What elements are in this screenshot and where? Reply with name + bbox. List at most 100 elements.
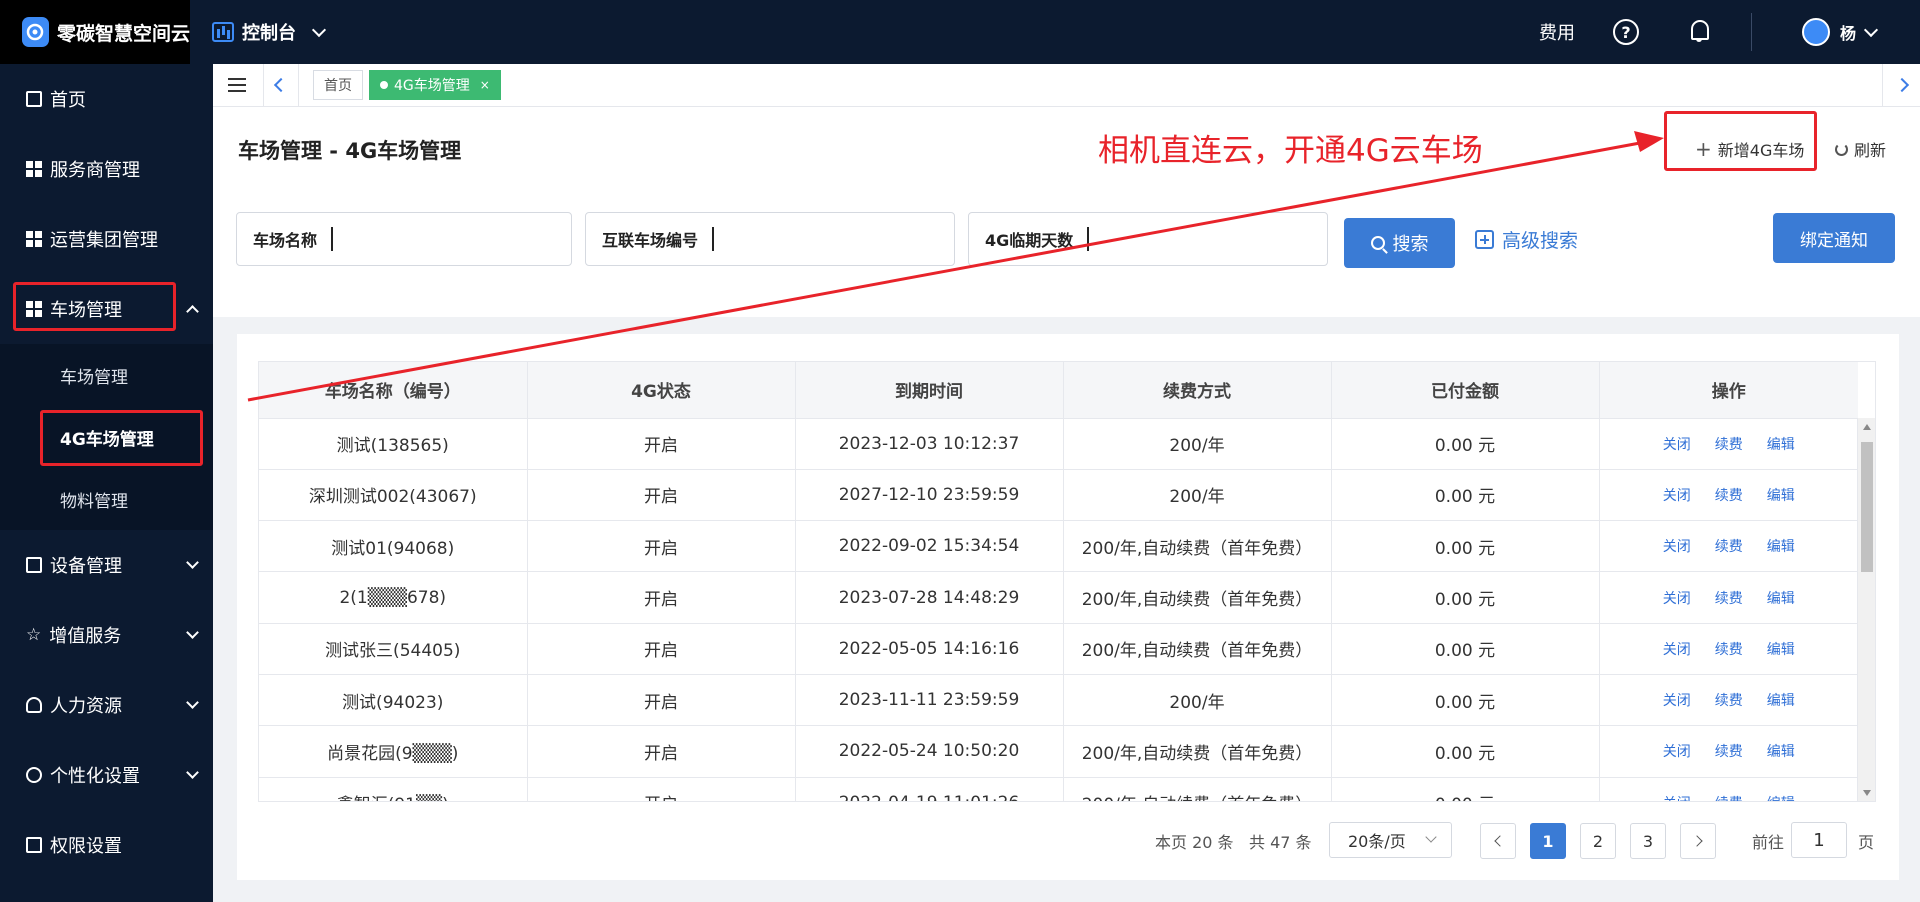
table-cell: 开启 <box>527 623 796 675</box>
fee-link[interactable]: 费用 <box>1539 19 1575 45</box>
chevron-left-icon <box>1493 835 1506 847</box>
chevron-down-icon <box>186 556 199 569</box>
advanced-search-link[interactable]: 高级搜索 <box>1475 226 1578 253</box>
scrollbar-thumb[interactable] <box>1861 442 1873 572</box>
tab-4g-parking[interactable]: 4G车场管理 × <box>369 70 501 100</box>
bind-notification-button[interactable]: 绑定通知 <box>1773 213 1895 263</box>
sidebar-subitem-parking[interactable]: 车场管理 <box>0 344 213 406</box>
page-button[interactable]: 2 <box>1580 823 1616 859</box>
search-button[interactable]: 搜索 <box>1344 218 1455 268</box>
close-link[interactable]: 关闭 <box>1663 536 1691 556</box>
table-cell: 2022-04-19 11:01:26 <box>795 777 1064 801</box>
interconnect-code-field[interactable]: 互联车场编号 <box>585 212 955 266</box>
edit-link[interactable]: 编辑 <box>1767 588 1795 608</box>
chevron-down-icon <box>186 626 199 639</box>
table-row: 测试(138565) 开启 2023-12-03 10:12:37 200/年 0.00… <box>259 418 1858 470</box>
close-link[interactable]: 关闭 <box>1663 639 1691 659</box>
goto-page-input[interactable]: 1 <box>1791 822 1847 858</box>
close-icon[interactable]: × <box>480 78 490 92</box>
renew-link[interactable]: 续费 <box>1715 485 1743 505</box>
renew-link[interactable]: 续费 <box>1715 690 1743 710</box>
prev-page-button[interactable] <box>1480 823 1516 859</box>
console-menu[interactable]: 控制台 <box>212 19 327 45</box>
sidebar-item-hr[interactable]: 人力资源 <box>0 670 213 740</box>
tab-scroll-left[interactable] <box>263 63 299 107</box>
sidebar-subitem-materials[interactable]: 物料管理 <box>0 468 213 530</box>
sidebar-item-parking-management[interactable]: 车场管理 <box>0 274 213 344</box>
table-cell: 0.00 元 <box>1331 520 1600 573</box>
renew-link[interactable]: 续费 <box>1715 536 1743 556</box>
add-4g-parking-button[interactable]: + 新增4G车场 <box>1695 137 1804 161</box>
column-header[interactable]: 车场名称（编号） <box>259 362 528 419</box>
sidebar-item-permissions[interactable]: 权限设置 <box>0 810 213 880</box>
sidebar-item-label: 人力资源 <box>50 696 122 717</box>
column-header[interactable]: 已付金额 <box>1331 362 1600 419</box>
expiry-days-field[interactable]: 4G临期天数 <box>968 212 1328 266</box>
renew-link[interactable]: 续费 <box>1715 741 1743 761</box>
page-size-select[interactable]: 20条/页 <box>1329 822 1452 858</box>
page-button[interactable]: 3 <box>1630 823 1666 859</box>
close-link[interactable]: 关闭 <box>1663 690 1691 710</box>
sidebar-item-value-added[interactable]: ☆ 增值服务 <box>0 600 213 670</box>
edit-link[interactable]: 编辑 <box>1767 536 1795 556</box>
edit-link[interactable]: 编辑 <box>1767 434 1795 454</box>
data-table: 车场名称（编号） 4G状态 到期时间 续费方式 已付金额 操作 测试(13856… <box>258 361 1876 802</box>
column-header[interactable]: 续费方式 <box>1063 362 1332 419</box>
close-link[interactable]: 关闭 <box>1663 588 1691 608</box>
table-body: 测试(138565) 开启 2023-12-03 10:12:37 200/年 0.00… <box>259 418 1858 801</box>
app-logo[interactable]: 零碳智慧空间云 <box>0 0 190 64</box>
sidebar-item-devices[interactable]: 设备管理 <box>0 530 213 600</box>
sidebar-item-service-providers[interactable]: 服务商管理 <box>0 134 213 204</box>
help-icon[interactable]: ? <box>1612 19 1639 45</box>
tab-bar: 首页 4G车场管理 × <box>213 63 1920 107</box>
column-header[interactable]: 到期时间 <box>795 362 1064 419</box>
tab-home[interactable]: 首页 <box>313 70 363 100</box>
chevron-down-icon <box>1425 831 1437 843</box>
table-cell: 尚景花园(9▒▒▒) <box>259 725 528 778</box>
edit-link[interactable]: 编辑 <box>1767 741 1795 761</box>
sidebar-item-operator-groups[interactable]: 运营集团管理 <box>0 204 213 274</box>
sidebar-item-label: 车场管理 <box>50 300 122 321</box>
field-label: 互联车场编号 <box>602 231 699 250</box>
close-link[interactable]: 关闭 <box>1663 485 1691 505</box>
sidebar-item-personalization[interactable]: 个性化设置 <box>0 740 213 810</box>
parking-name-field[interactable]: 车场名称 <box>236 212 572 266</box>
avatar[interactable] <box>1801 18 1830 46</box>
renew-link[interactable]: 续费 <box>1715 434 1743 454</box>
sidebar-item-label: 服务商管理 <box>50 160 140 181</box>
bell-icon[interactable] <box>1687 18 1713 46</box>
edit-link[interactable]: 编辑 <box>1767 485 1795 505</box>
edit-link[interactable]: 编辑 <box>1767 690 1795 710</box>
sidebar-item-home[interactable]: 首页 <box>0 64 213 134</box>
tab-scroll-right[interactable] <box>1882 63 1920 107</box>
close-link[interactable]: 关闭 <box>1663 741 1691 761</box>
sidebar-subitem-4g-parking[interactable]: 4G车场管理 <box>0 406 213 468</box>
refresh-button[interactable]: 刷新 <box>1835 137 1886 161</box>
scroll-up-icon[interactable] <box>1863 424 1871 430</box>
chevron-down-icon[interactable] <box>1863 22 1879 37</box>
page-button[interactable]: 1 <box>1530 823 1566 859</box>
renew-link[interactable]: 续费 <box>1715 588 1743 608</box>
divider <box>1750 13 1752 51</box>
edit-link[interactable]: 编辑 <box>1767 793 1795 801</box>
table-row: 鑫智汇(91▒▒)开启2022-04-19 11:01:26200/年,自动续费… <box>259 777 1858 801</box>
renew-link[interactable]: 续费 <box>1715 793 1743 801</box>
close-link[interactable]: 关闭 <box>1663 434 1691 454</box>
renew-link[interactable]: 续费 <box>1715 639 1743 659</box>
menu-toggle-icon[interactable] <box>228 78 246 92</box>
table-cell: 0.00 元 <box>1331 725 1600 778</box>
column-header[interactable]: 4G状态 <box>527 362 796 419</box>
table-cell: 200/年,自动续费（首年免费） <box>1063 777 1332 801</box>
actions-cell: 关闭 续费 编辑 <box>1599 571 1858 624</box>
table-cell: 0.00 元 <box>1331 571 1600 624</box>
vertical-scrollbar[interactable] <box>1857 418 1875 801</box>
user-name[interactable]: 杨 <box>1840 20 1856 44</box>
scroll-down-icon[interactable] <box>1863 790 1871 796</box>
close-link[interactable]: 关闭 <box>1663 793 1691 801</box>
edit-link[interactable]: 编辑 <box>1767 639 1795 659</box>
next-page-button[interactable] <box>1680 823 1716 859</box>
table-cell: 200/年,自动续费（首年免费） <box>1063 623 1332 675</box>
table-cell: 200/年 <box>1063 674 1332 727</box>
table-cell: 0.00 元 <box>1331 418 1600 470</box>
table-cell: 开启 <box>527 520 796 573</box>
